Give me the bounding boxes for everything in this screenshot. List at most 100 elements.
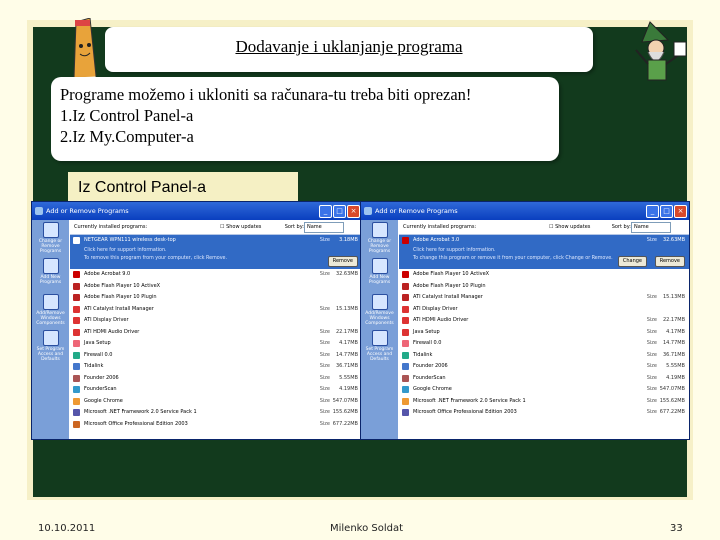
support-link[interactable]: Click here for support information. — [399, 247, 689, 255]
program-row[interactable]: FounderScan Size 4.19MB — [399, 373, 689, 385]
program-row[interactable]: Java Setup Size 4.17MB — [70, 338, 362, 350]
task-label: Change or Remove Programs — [367, 239, 392, 254]
task-program-access[interactable]: Set Program Access and Defaults — [32, 328, 69, 364]
program-row[interactable]: Tidalink Size 36.71MB — [70, 361, 362, 373]
show-updates-label: Show updates — [555, 224, 591, 230]
selected-program-row[interactable]: NETGEAR WPN111 wireless desk-top Size 3.… — [70, 235, 362, 269]
add-remove-programs-window-right: Add or Remove Programs _ □ × Change or R… — [360, 201, 690, 440]
wizard-mascot-icon — [635, 21, 687, 81]
task-label: Set Program Access and Defaults — [365, 347, 394, 362]
program-name: Adobe Flash Player 10 Plugin — [413, 282, 486, 289]
program-row[interactable]: Google Chrome Size 547.07MB — [70, 396, 362, 408]
size-value: 4.19MB — [339, 386, 358, 392]
program-icon — [402, 340, 409, 347]
program-row[interactable]: ATI Catalyst Install Manager Size 15.13MB — [399, 292, 689, 304]
section-label: Iz Control Panel-a — [68, 172, 298, 204]
program-name: ATI Catalyst Install Manager — [413, 294, 483, 300]
program-row[interactable]: Tidalink Size 36.71MB — [399, 350, 689, 362]
show-updates-checkbox[interactable]: ☐ Show updates — [220, 220, 261, 234]
selected-program-row[interactable]: Adobe Acrobat 3.0 Size 32.63MB Click her… — [399, 235, 689, 269]
close-button[interactable]: × — [674, 205, 687, 218]
program-row[interactable]: Firewall 0.0 Size 14.77MB — [70, 350, 362, 362]
program-icon — [402, 328, 409, 336]
support-link[interactable]: Click here for support information. — [70, 247, 362, 255]
program-name: Microsoft .NET Framework 2.0 Service Pac… — [84, 409, 197, 415]
task-windows-components[interactable]: Add/Remove Windows Components — [361, 292, 398, 328]
size-value: 22.17MB — [662, 317, 685, 323]
program-icon — [402, 317, 409, 324]
program-row[interactable]: Adobe Flash Player 10 ActiveX — [399, 269, 689, 281]
window-titlebar[interactable]: Add or Remove Programs _ □ × — [32, 202, 362, 220]
program-row[interactable]: ATI HDMI Audio Driver Size 22.17MB — [399, 315, 689, 327]
remove-button[interactable]: Remove — [327, 256, 358, 267]
task-change-remove[interactable]: Change or Remove Programs — [32, 220, 69, 256]
size-value: 155.62MB — [659, 397, 685, 404]
program-icon — [73, 386, 80, 393]
program-icon — [402, 351, 409, 359]
program-name: FounderScan — [84, 386, 117, 392]
window-title: Add or Remove Programs — [46, 207, 129, 215]
program-icon — [73, 282, 80, 290]
task-add-new[interactable]: Add New Programs — [361, 256, 398, 292]
size-label: Size — [319, 363, 330, 369]
program-row[interactable]: Microsoft .NET Framework 2.0 Service Pac… — [399, 396, 689, 408]
program-access-icon — [371, 330, 388, 346]
add-program-icon — [371, 258, 388, 274]
program-name: Microsoft Office Professional Edition 20… — [413, 409, 517, 415]
task-add-new[interactable]: Add New Programs — [32, 256, 69, 292]
sort-by-select[interactable]: Name — [304, 222, 344, 233]
program-row[interactable]: Founder 2006 Size 5.55MB — [70, 373, 362, 385]
program-row[interactable]: Microsoft Office Professional Edition 20… — [70, 419, 362, 431]
program-name: ATI Catalyst Install Manager — [84, 305, 154, 312]
program-icon — [73, 328, 80, 336]
sort-by-label: Sort by: — [284, 224, 304, 230]
size-label: Size — [319, 328, 330, 335]
add-remove-programs-window-left: Add or Remove Programs _ □ × Change or R… — [31, 201, 363, 440]
size-value: 36.71MB — [335, 363, 358, 369]
program-name: Adobe Flash Player 10 Plugin — [84, 294, 157, 300]
program-list: Currently installed programs: ☐ Show upd… — [399, 220, 689, 439]
program-row[interactable]: ATI Display Driver — [399, 304, 689, 316]
program-row[interactable]: Microsoft .NET Framework 2.0 Service Pac… — [70, 407, 362, 419]
task-change-remove[interactable]: Change or Remove Programs — [361, 220, 398, 256]
program-name: ATI HDMI Audio Driver — [84, 328, 140, 335]
program-row[interactable]: Google Chrome Size 547.07MB — [399, 384, 689, 396]
minimize-button[interactable]: _ — [646, 205, 659, 218]
program-row[interactable]: Adobe Flash Player 10 ActiveX — [70, 281, 362, 293]
size-value: 5.55MB — [339, 374, 358, 381]
task-windows-components[interactable]: Add/Remove Windows Components — [32, 292, 69, 328]
program-row[interactable]: Microsoft Office Professional Edition 20… — [399, 407, 689, 419]
show-updates-checkbox[interactable]: ☐ Show updates — [549, 220, 590, 234]
program-row[interactable]: Adobe Acrobat 9.0 Size 32.63MB — [70, 269, 362, 281]
program-row[interactable]: Java Setup Size 4.17MB — [399, 327, 689, 339]
size-value: 155.62MB — [332, 409, 358, 415]
show-updates-label: Show updates — [226, 224, 262, 230]
slide-title: Dodavanje i uklanjanje programa — [235, 37, 463, 56]
program-row[interactable]: ATI Display Driver — [70, 315, 362, 327]
program-row[interactable]: ATI HDMI Audio Driver Size 22.17MB — [70, 327, 362, 339]
program-row[interactable]: ATI Catalyst Install Manager Size 15.13MB — [70, 304, 362, 316]
remove-button[interactable]: Remove — [654, 256, 685, 267]
size-label: Size — [646, 317, 657, 323]
program-row[interactable]: Firewall 0.0 Size 14.77MB — [399, 338, 689, 350]
sort-by-select[interactable]: Name — [631, 222, 671, 233]
minimize-button[interactable]: _ — [319, 205, 332, 218]
program-row[interactable]: Adobe Flash Player 10 Plugin — [70, 292, 362, 304]
program-name: Google Chrome — [413, 386, 452, 392]
maximize-button[interactable]: □ — [333, 205, 346, 218]
program-access-icon — [42, 330, 59, 346]
task-program-access[interactable]: Set Program Access and Defaults — [361, 328, 398, 364]
program-row[interactable]: Founder 2006 Size 5.55MB — [399, 361, 689, 373]
change-button[interactable]: Change — [617, 256, 647, 267]
maximize-button[interactable]: □ — [660, 205, 673, 218]
app-icon — [364, 207, 372, 215]
program-rows: Adobe Acrobat 9.0 Size 32.63MB Adobe Flash … — [70, 269, 362, 430]
program-row[interactable]: Adobe Flash Player 10 Plugin — [399, 281, 689, 293]
size-value: 3.18MB — [339, 237, 358, 243]
program-icon — [73, 420, 80, 428]
size-label: Size — [646, 397, 657, 404]
task-label: Add/Remove Windows Components — [365, 311, 394, 326]
window-titlebar[interactable]: Add or Remove Programs _ □ × — [361, 202, 689, 220]
program-row[interactable]: FounderScan Size 4.19MB — [70, 384, 362, 396]
close-button[interactable]: × — [347, 205, 360, 218]
